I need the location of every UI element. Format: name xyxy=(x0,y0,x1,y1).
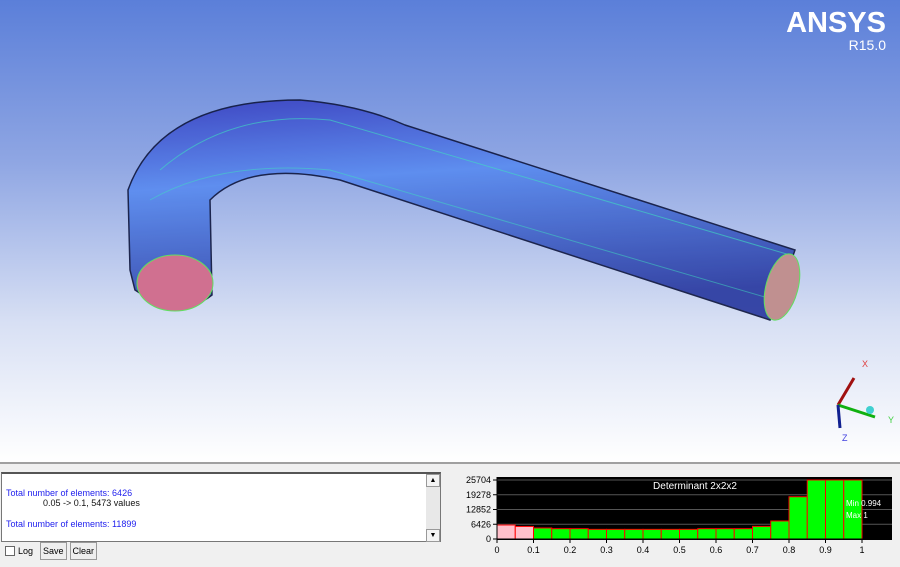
x-tick-label: 0.9 xyxy=(819,545,832,555)
histogram-bar xyxy=(788,496,808,540)
histogram-bar xyxy=(806,479,826,540)
x-tick-label: 0 xyxy=(494,545,499,555)
pipe-inlet-face xyxy=(136,254,214,312)
histogram-bar xyxy=(843,479,863,540)
log-scrollbar[interactable]: ▲ ▼ xyxy=(426,474,440,542)
histogram-bar xyxy=(533,527,553,540)
x-tick-label: 0.6 xyxy=(710,545,723,555)
axis-triad: X Y Z xyxy=(836,359,894,443)
y-tick-label: 0 xyxy=(486,534,491,544)
histogram-bar xyxy=(514,525,534,540)
release-label: R15.0 xyxy=(848,37,886,53)
histogram-bar xyxy=(569,528,589,540)
histogram-bar xyxy=(715,528,735,540)
bottom-panel: Total number of elements: 6426 0.05 -> 0… xyxy=(0,462,900,567)
pipe-model xyxy=(127,99,801,321)
x-tick-label: 0.2 xyxy=(564,545,577,555)
histogram-bar xyxy=(660,528,680,540)
x-tick-label: 0.5 xyxy=(673,545,686,555)
ansys-logo: ANSYS R15.0 xyxy=(786,7,886,53)
histogram-bar xyxy=(770,520,790,540)
histogram-bar xyxy=(606,528,626,540)
histogram-bar xyxy=(752,525,772,540)
x-tick-label: 0.3 xyxy=(600,545,613,555)
histogram-bar xyxy=(697,528,717,540)
y-axis-label: Y xyxy=(888,415,894,425)
histogram-chart: 0 6426 12852 19278 25704 0 0.1 0.2 0.3 0.4 0.5 0.6 0… xyxy=(466,475,892,555)
graphics-viewport[interactable]: ANSYS R15.0 X Y Z xyxy=(0,0,900,462)
x-tick-label: 1 xyxy=(859,545,864,555)
histogram-bar xyxy=(551,528,571,540)
histogram-bar xyxy=(733,528,753,540)
x-tick-label: 0.4 xyxy=(637,545,650,555)
x-axis-label: X xyxy=(862,359,868,369)
histogram-bar xyxy=(825,479,845,540)
min-label: Min 0.994 xyxy=(846,499,882,508)
y-tick-label: 19278 xyxy=(466,490,491,500)
histogram-bar xyxy=(642,528,662,540)
z-axis-arrow xyxy=(836,404,842,429)
x-tick-label: 0.8 xyxy=(783,545,796,555)
scroll-up-button[interactable]: ▲ xyxy=(426,474,440,487)
histogram-bar xyxy=(679,528,699,540)
histogram-bar xyxy=(624,528,644,540)
clear-button[interactable]: Clear xyxy=(69,542,98,560)
x-axis-arrow xyxy=(836,377,856,406)
z-axis-label: Z xyxy=(842,433,848,443)
max-label: Max 1 xyxy=(846,511,868,520)
chart-title: Determinant 2x2x2 xyxy=(653,481,737,492)
message-log: Total number of elements: 6426 0.05 -> 0… xyxy=(1,472,441,542)
log-checkbox[interactable] xyxy=(5,546,15,556)
y-tick-label: 25704 xyxy=(466,475,491,485)
histogram-bar xyxy=(496,524,516,540)
y-tick-label: 6426 xyxy=(471,519,491,529)
x-tick-label: 0.7 xyxy=(746,545,759,555)
save-button[interactable]: Save xyxy=(40,542,67,560)
x-tick-label: 0.1 xyxy=(527,545,540,555)
scroll-down-button[interactable]: ▼ xyxy=(426,529,440,542)
log-label: Log xyxy=(18,546,34,556)
y-tick-label: 12852 xyxy=(466,505,491,515)
histogram-bar xyxy=(587,528,607,540)
